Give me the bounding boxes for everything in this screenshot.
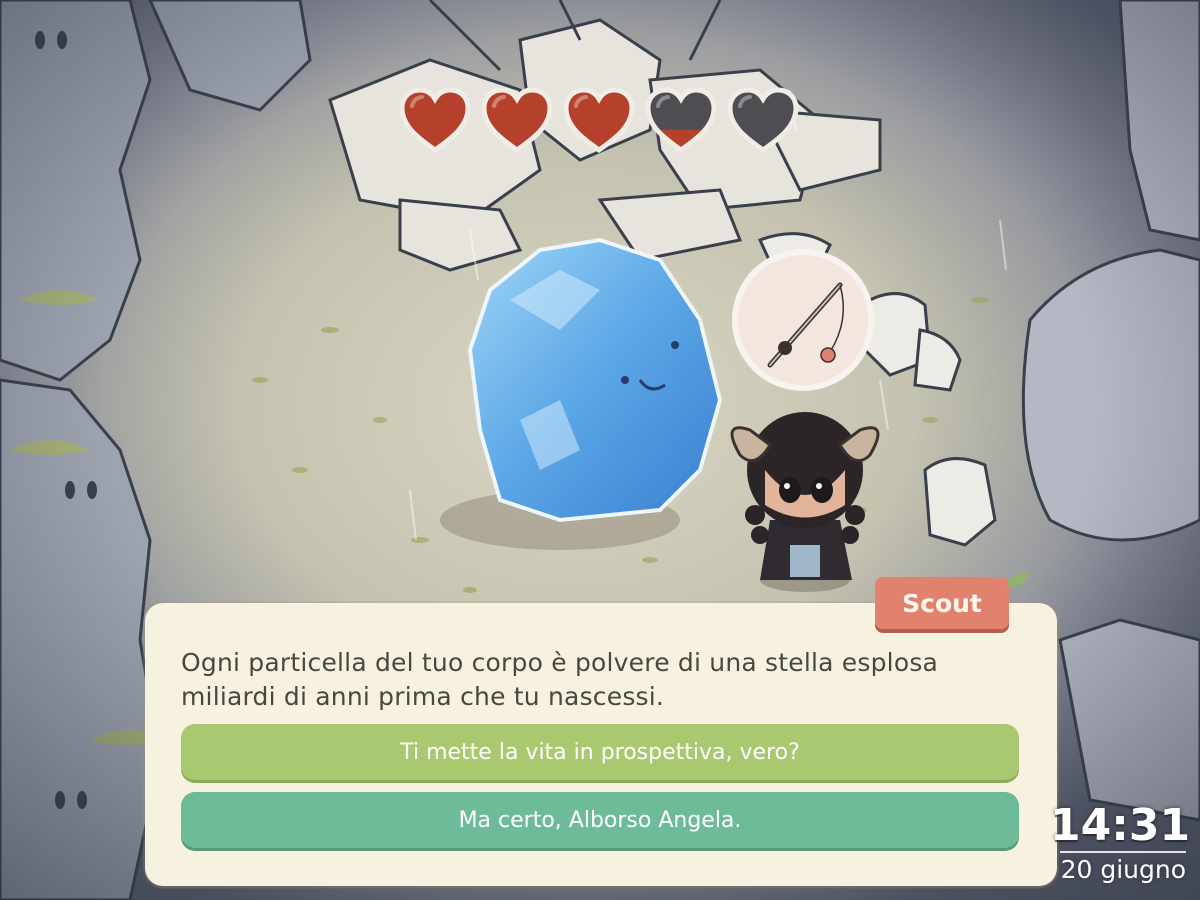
clock-date: 20 giugno xyxy=(1060,855,1186,884)
dialog-choice-1[interactable]: Ti mette la vita in prospettiva, vero? xyxy=(181,724,1019,780)
game-clock: 14:31 20 giugno xyxy=(1050,800,1200,884)
dialog-choice-2[interactable]: Ma certo, Alborso Angela. xyxy=(181,792,1019,848)
speaker-name-tag: Scout xyxy=(875,577,1009,629)
clock-divider xyxy=(1060,851,1186,853)
heart-icon xyxy=(481,87,553,154)
clock-time: 14:31 xyxy=(1050,800,1191,851)
heart-icon xyxy=(563,87,635,154)
health-hearts xyxy=(398,86,800,156)
dialog-text: Ogni particella del tuo corpo è polvere … xyxy=(181,648,939,711)
heart-icon xyxy=(645,87,717,154)
speaker-name: Scout xyxy=(902,588,982,618)
heart-icon xyxy=(399,87,471,154)
heart-icon xyxy=(727,87,799,154)
leaf-icon xyxy=(1007,573,1029,587)
